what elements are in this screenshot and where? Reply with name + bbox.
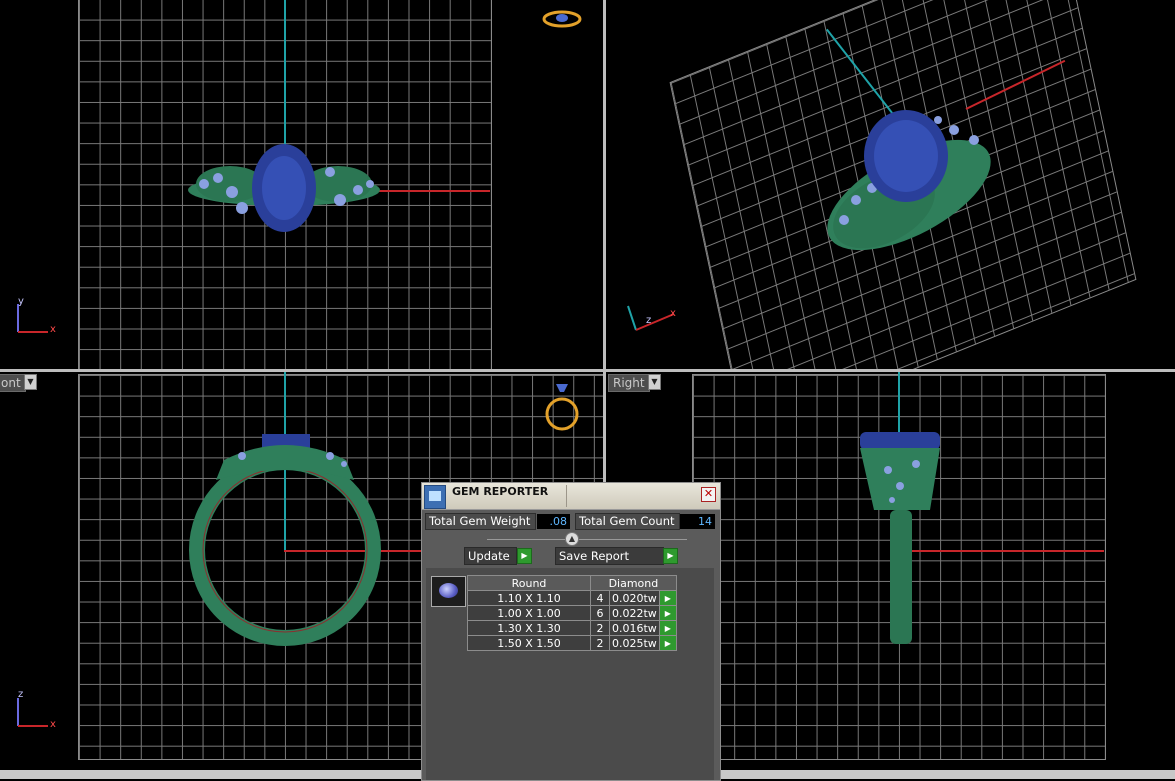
viewport-label-front[interactable]: ont — [0, 374, 26, 392]
row-go-button[interactable]: ▶ — [658, 620, 677, 636]
gem-reporter-icon — [424, 485, 446, 509]
ring-model-perspective[interactable] — [814, 100, 1004, 260]
row-go-button[interactable]: ▶ — [658, 590, 677, 606]
gem-count: 2 — [590, 635, 610, 651]
gem-count: 2 — [590, 620, 610, 636]
gem-weight: 0.016tw — [609, 620, 660, 636]
table-row: 1.10 X 1.10 4 0.020tw ▶ — [467, 590, 677, 606]
perspective-viewport[interactable]: z x — [606, 0, 1175, 369]
round-gem-icon — [431, 576, 466, 607]
gem-reporter-titlebar[interactable]: GEM REPORTER ✕ — [422, 483, 720, 510]
close-button[interactable]: ✕ — [701, 487, 716, 502]
triad-axis-z-label: z — [18, 689, 24, 700]
axis-triad-persp — [627, 305, 675, 331]
gem-size: 1.30 X 1.30 — [467, 620, 591, 636]
gem-reporter-title: GEM REPORTER — [452, 485, 549, 498]
gem-count: 6 — [590, 605, 610, 621]
triad-axis-x-label: x — [50, 324, 56, 335]
gem-weight: 0.025tw — [609, 635, 660, 651]
gem-shape-header: Round — [467, 575, 591, 591]
total-gem-count-label: Total Gem Count — [575, 513, 680, 530]
total-gem-weight-value: .08 — [537, 514, 570, 529]
gem-type-header: Diamond — [590, 575, 677, 591]
update-go-arrow-icon[interactable]: ▶ — [517, 548, 532, 564]
ring-model-right[interactable] — [856, 430, 946, 650]
ring-model-front[interactable] — [184, 430, 386, 650]
save-report-go-arrow-icon[interactable]: ▶ — [663, 548, 678, 564]
gem-weight: 0.022tw — [609, 605, 660, 621]
row-go-button[interactable]: ▶ — [658, 605, 677, 621]
triad-axis-z-label: z — [646, 315, 652, 326]
chevron-down-icon[interactable]: ▼ — [648, 374, 661, 390]
top-viewport[interactable]: y x — [0, 0, 603, 369]
title-separator — [566, 485, 567, 507]
gem-table: Round Diamond 1.10 X 1.10 4 0.020tw ▶ 1.… — [467, 575, 677, 651]
triad-axis-x-label: x — [50, 719, 56, 730]
gem-size: 1.10 X 1.10 — [467, 590, 591, 606]
viewport-splitter-horizontal[interactable] — [0, 369, 1175, 372]
gem-size: 1.50 X 1.50 — [467, 635, 591, 651]
table-row: 1.50 X 1.50 2 0.025tw ▶ — [467, 635, 677, 651]
view-ring-icon[interactable] — [542, 8, 582, 30]
gem-count: 4 — [590, 590, 610, 606]
gem-size: 1.00 X 1.00 — [467, 605, 591, 621]
view-ring-icon-front[interactable] — [540, 382, 584, 436]
collapse-toggle-icon[interactable]: ▲ — [565, 532, 579, 546]
gem-reporter-panel: GEM REPORTER ✕ Total Gem Weight .08 Tota… — [421, 482, 721, 781]
gem-weight: 0.020tw — [609, 590, 660, 606]
save-report-button[interactable]: Save Report — [555, 547, 664, 565]
total-gem-count-value: 14 — [680, 514, 715, 529]
table-row: 1.00 X 1.00 6 0.022tw ▶ — [467, 605, 677, 621]
table-row: 1.30 X 1.30 2 0.016tw ▶ — [467, 620, 677, 636]
viewport-label-right[interactable]: Right — [608, 374, 650, 392]
update-button[interactable]: Update — [464, 547, 517, 565]
total-gem-weight-label: Total Gem Weight — [425, 513, 536, 530]
row-go-button[interactable]: ▶ — [658, 635, 677, 651]
triad-axis-y-label: y — [18, 296, 24, 307]
chevron-down-icon[interactable]: ▼ — [24, 374, 37, 390]
triad-axis-x-label: x — [670, 308, 676, 319]
panel-splitter — [487, 539, 687, 540]
ring-model-top[interactable] — [182, 140, 386, 240]
